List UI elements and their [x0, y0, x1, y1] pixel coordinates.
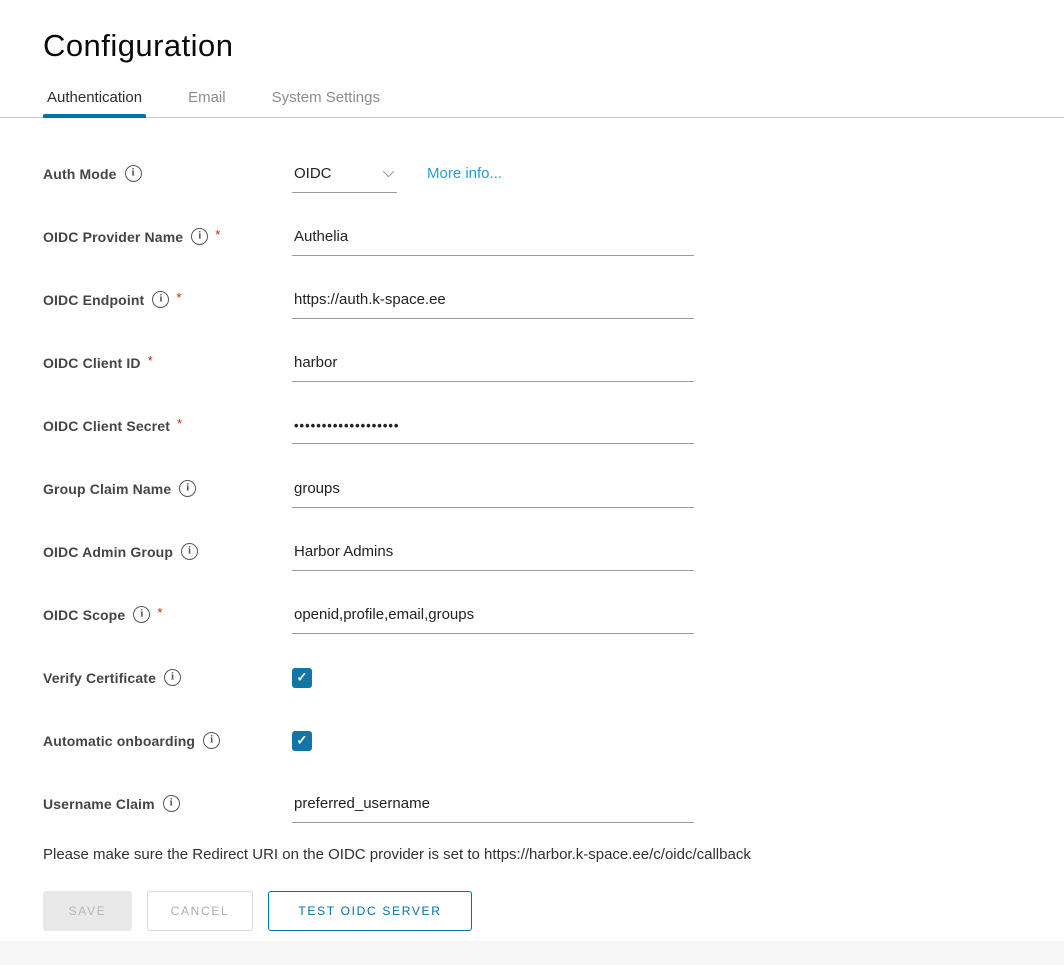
username-claim-input[interactable]: [292, 795, 694, 823]
info-icon[interactable]: i: [133, 606, 150, 623]
username-claim-row: Username Claim i: [43, 772, 1064, 835]
oidc-client-id-label-cell: OIDC Client ID *: [43, 355, 292, 371]
oidc-scope-label: OIDC Scope: [43, 607, 125, 623]
oidc-client-id-label: OIDC Client ID: [43, 355, 141, 371]
verify-certificate-control: ✓: [292, 668, 312, 688]
group-claim-name-label: Group Claim Name: [43, 481, 171, 497]
username-claim-control: [292, 795, 694, 813]
more-info-link[interactable]: More info...: [427, 165, 502, 182]
group-claim-name-row: Group Claim Name i: [43, 457, 1064, 520]
oidc-scope-control: [292, 606, 694, 624]
info-icon[interactable]: i: [191, 228, 208, 245]
test-oidc-server-button[interactable]: TEST OIDC SERVER: [268, 891, 472, 931]
info-icon[interactable]: i: [179, 480, 196, 497]
checkmark-icon: ✓: [297, 671, 308, 684]
auth-mode-label-cell: Auth Mode i: [43, 165, 292, 182]
tab-bar: Authentication Email System Settings: [0, 88, 1064, 118]
oidc-admin-group-label: OIDC Admin Group: [43, 544, 173, 560]
automatic-onboarding-label-cell: Automatic onboarding i: [43, 732, 292, 749]
required-asterisk: *: [157, 605, 162, 620]
info-icon[interactable]: i: [181, 543, 198, 560]
group-claim-name-input[interactable]: [292, 480, 694, 508]
page-title: Configuration: [0, 26, 1064, 66]
info-icon[interactable]: i: [203, 732, 220, 749]
automatic-onboarding-label: Automatic onboarding: [43, 733, 195, 749]
automatic-onboarding-row: Automatic onboarding i ✓: [43, 709, 1064, 772]
checkmark-icon: ✓: [297, 734, 308, 747]
auth-mode-selected-value: OIDC: [294, 165, 332, 182]
username-claim-label-cell: Username Claim i: [43, 795, 292, 812]
oidc-provider-name-input[interactable]: [292, 228, 694, 256]
oidc-scope-row: OIDC Scope i *: [43, 583, 1064, 646]
required-asterisk: *: [176, 290, 181, 305]
tab-authentication[interactable]: Authentication: [43, 88, 146, 117]
auth-mode-control: OIDC More info...: [292, 165, 502, 183]
configuration-page: Configuration Authentication Email Syste…: [0, 0, 1064, 965]
info-icon[interactable]: i: [152, 291, 169, 308]
oidc-client-id-row: OIDC Client ID *: [43, 331, 1064, 394]
oidc-scope-input[interactable]: [292, 606, 694, 634]
automatic-onboarding-checkbox[interactable]: ✓: [292, 731, 312, 751]
oidc-admin-group-label-cell: OIDC Admin Group i: [43, 543, 292, 560]
required-asterisk: *: [215, 227, 220, 242]
required-asterisk: *: [177, 416, 182, 431]
oidc-provider-name-row: OIDC Provider Name i *: [43, 205, 1064, 268]
oidc-admin-group-control: [292, 543, 694, 561]
tab-email[interactable]: Email: [184, 88, 230, 117]
authentication-form: Auth Mode i OIDC More info... OIDC Provi…: [0, 118, 1064, 931]
username-claim-label: Username Claim: [43, 796, 155, 812]
auth-mode-select[interactable]: OIDC: [292, 165, 397, 193]
oidc-provider-name-label: OIDC Provider Name: [43, 229, 183, 245]
page-bottom-strip: [0, 941, 1064, 965]
oidc-admin-group-input[interactable]: [292, 543, 694, 571]
group-claim-name-label-cell: Group Claim Name i: [43, 480, 292, 497]
oidc-client-secret-label: OIDC Client Secret: [43, 418, 170, 434]
verify-certificate-checkbox[interactable]: ✓: [292, 668, 312, 688]
oidc-client-secret-label-cell: OIDC Client Secret *: [43, 418, 292, 434]
auth-mode-row: Auth Mode i OIDC More info...: [43, 142, 1064, 205]
verify-certificate-row: Verify Certificate i ✓: [43, 646, 1064, 709]
oidc-endpoint-row: OIDC Endpoint i *: [43, 268, 1064, 331]
oidc-client-id-control: [292, 354, 694, 372]
tab-system-settings[interactable]: System Settings: [268, 88, 384, 117]
oidc-client-secret-control: [292, 418, 694, 434]
oidc-endpoint-label-cell: OIDC Endpoint i *: [43, 291, 292, 308]
oidc-client-id-input[interactable]: [292, 354, 694, 382]
oidc-provider-name-control: [292, 228, 694, 246]
save-button[interactable]: SAVE: [43, 891, 132, 931]
automatic-onboarding-control: ✓: [292, 731, 312, 751]
verify-certificate-label: Verify Certificate: [43, 670, 156, 686]
redirect-uri-note: Please make sure the Redirect URI on the…: [43, 845, 1064, 865]
cancel-button[interactable]: CANCEL: [147, 891, 253, 931]
verify-certificate-label-cell: Verify Certificate i: [43, 669, 292, 686]
oidc-client-secret-row: OIDC Client Secret *: [43, 394, 1064, 457]
oidc-scope-label-cell: OIDC Scope i *: [43, 606, 292, 623]
oidc-endpoint-input[interactable]: [292, 291, 694, 319]
action-buttons: SAVE CANCEL TEST OIDC SERVER: [43, 891, 1064, 931]
info-icon[interactable]: i: [164, 669, 181, 686]
group-claim-name-control: [292, 480, 694, 498]
oidc-client-secret-input[interactable]: [292, 418, 694, 444]
oidc-endpoint-label: OIDC Endpoint: [43, 292, 144, 308]
oidc-provider-name-label-cell: OIDC Provider Name i *: [43, 228, 292, 245]
required-asterisk: *: [148, 353, 153, 368]
info-icon[interactable]: i: [163, 795, 180, 812]
chevron-down-icon: [383, 166, 394, 177]
oidc-endpoint-control: [292, 291, 694, 309]
info-icon[interactable]: i: [125, 165, 142, 182]
oidc-admin-group-row: OIDC Admin Group i: [43, 520, 1064, 583]
auth-mode-label: Auth Mode: [43, 166, 117, 182]
